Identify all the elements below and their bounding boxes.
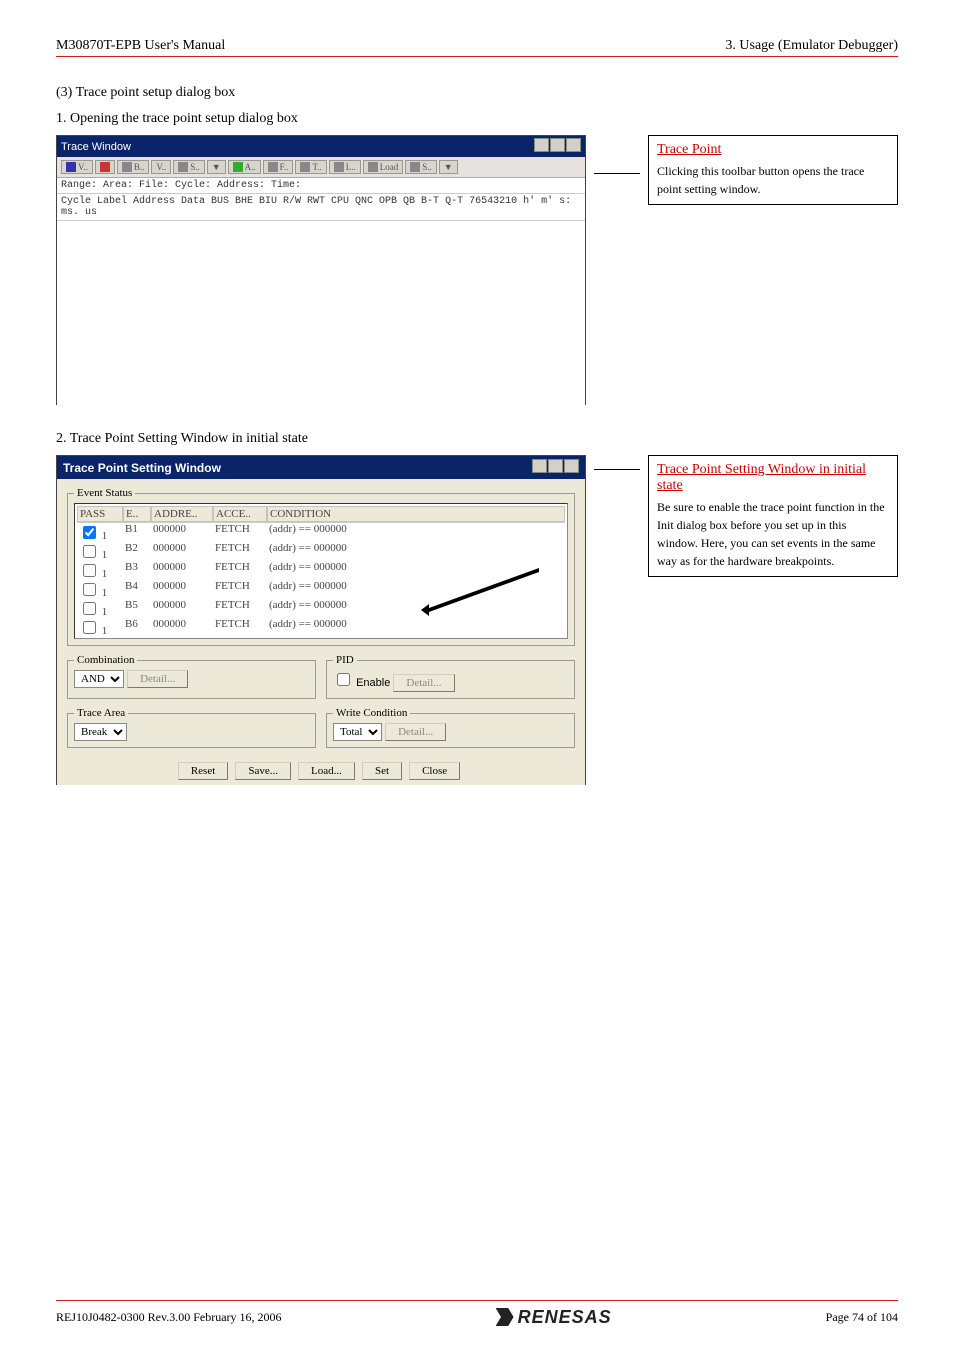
callout-setting-window: Trace Point Setting Window in initial st… [648,455,898,577]
save-button[interactable]: Save... [235,762,291,780]
trace-range-row: Range: Area: File: Cycle: Address: Time: [57,178,585,194]
trace-point-setting-dialog: Trace Point Setting Window Event Status … [56,455,586,785]
trace-window-title: Trace Window [61,141,131,153]
trace-window-screenshot: Trace Window V.. B.. V.. S.. ▼ A.. F.. T… [56,135,586,405]
toolbar-icon [334,162,344,172]
doc-title-left: M30870T-EPB User's Manual [56,38,225,54]
toolbar-icon [268,162,278,172]
trace-columns-row: Cycle Label Address Data BUS BHE BIU R/W… [57,194,585,221]
callout-body: Be sure to enable the trace point functi… [657,498,889,570]
event-status-legend: Event Status [74,487,135,499]
callout-arrow [421,566,541,626]
pid-detail-button[interactable]: Detail... [393,674,454,692]
pass-checkbox[interactable] [83,526,96,539]
toolbar-icon [122,162,132,172]
event-row[interactable]: 1B2000000FETCH(addr) == 000000 [77,542,565,561]
event-list[interactable]: PASSE..ADDRE..ACCE..CONDITION 1B1000000F… [74,503,568,639]
toolbar-icon [300,162,310,172]
event-status-group: Event Status PASSE..ADDRE..ACCE..CONDITI… [67,487,575,646]
combination-legend: Combination [74,654,137,666]
combination-group: Combination AND Detail... [67,654,316,699]
pass-checkbox[interactable] [83,621,96,634]
write-condition-group: Write Condition Total Detail... [326,707,575,748]
pass-checkbox[interactable] [83,583,96,596]
reset-button[interactable]: Reset [178,762,228,780]
close-button[interactable]: Close [409,762,460,780]
callout-title: Trace Point [657,142,889,158]
callout-trace-point: Trace Point Clicking this toolbar button… [648,135,898,205]
footer-right: Page 74 of 104 [826,1310,898,1325]
toolbar-icon [178,162,188,172]
callout-body: Clicking this toolbar button opens the t… [657,162,889,198]
step-1-title: 1. Opening the trace point setup dialog … [56,111,898,127]
callout-leader-line [594,173,640,174]
callout-leader-line [594,469,640,470]
page-footer: REJ10J0482-0300 Rev.3.00 February 16, 20… [56,1300,898,1328]
toolbar-icon [233,162,243,172]
write-condition-detail-button[interactable]: Detail... [385,723,446,741]
write-condition-legend: Write Condition [333,707,410,719]
arrow-left-icon [100,162,110,172]
step-2-title: 2. Trace Point Setting Window in initial… [56,431,898,447]
event-list-header: PASSE..ADDRE..ACCE..CONDITION [77,506,565,523]
folder-icon [368,162,378,172]
pass-checkbox[interactable] [83,602,96,615]
window-control-buttons[interactable] [533,138,581,155]
pid-group: PID Enable Detail... [326,654,575,699]
trace-grid-area [57,221,585,411]
set-button[interactable]: Set [362,762,402,780]
pass-checkbox[interactable] [83,545,96,558]
pid-enable-checkbox[interactable]: Enable [333,677,390,689]
event-row[interactable]: 1B1000000FETCH(addr) == 000000 [77,523,565,542]
load-button[interactable]: Load... [298,762,355,780]
save-icon [410,162,420,172]
trace-area-group: Trace Area Break [67,707,316,748]
pass-checkbox[interactable] [83,564,96,577]
trace-toolbar[interactable]: V.. B.. V.. S.. ▼ A.. F.. T.. L.. Load S… [57,157,585,178]
trace-area-select[interactable]: Break [74,723,127,741]
pid-legend: PID [333,654,357,666]
renesas-logo: RENESAS [496,1307,612,1328]
window-control-buttons[interactable] [531,459,579,476]
section-title: (3) Trace point setup dialog box [56,85,898,101]
dialog-title: Trace Point Setting Window [63,461,221,475]
write-condition-select[interactable]: Total [333,723,382,741]
dialog-button-row: Reset Save... Load... Set Close [67,762,575,780]
callout-title: Trace Point Setting Window in initial st… [657,462,889,494]
combination-select[interactable]: AND [74,670,124,688]
doc-title-right: 3. Usage (Emulator Debugger) [725,38,898,54]
combination-detail-button[interactable]: Detail... [127,670,188,688]
event-row[interactable]: 1B7000000FETCH(addr) == 000000 [77,637,565,639]
header-rule [56,56,898,57]
footer-left: REJ10J0482-0300 Rev.3.00 February 16, 20… [56,1310,282,1325]
toolbar-icon [66,162,76,172]
trace-area-legend: Trace Area [74,707,128,719]
